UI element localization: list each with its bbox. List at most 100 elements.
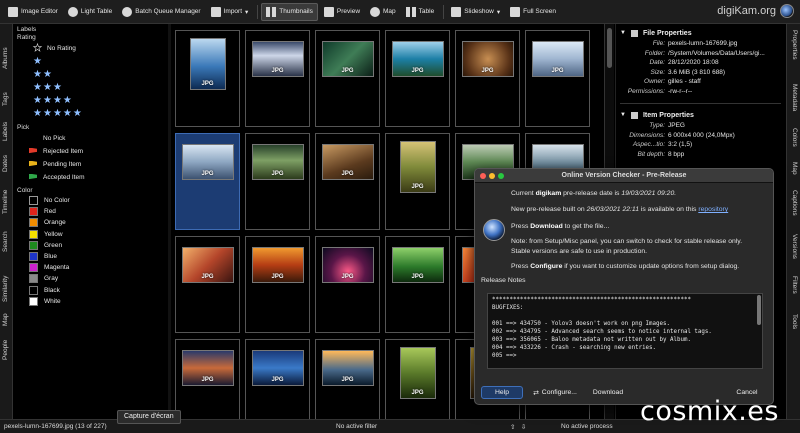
item-properties-header[interactable]: ▼ Item Properties xyxy=(616,108,785,122)
file-type-label: JPG xyxy=(271,274,284,280)
rating-1[interactable]: ★ xyxy=(17,55,163,68)
thumbnail-cell[interactable]: JPG xyxy=(245,236,310,333)
pick-header: Pick xyxy=(17,124,30,131)
thumbnail-cell[interactable]: JPG xyxy=(245,30,310,127)
thumbnail-cell[interactable]: JPG xyxy=(175,339,240,419)
thumbnails-view-button[interactable]: Thumbnails xyxy=(261,2,318,21)
color-label-blue[interactable]: Blue xyxy=(17,251,163,262)
thumbnail-image: JPG xyxy=(251,350,304,386)
property-row: File: pexels-lumn-167699.jpg xyxy=(616,40,785,50)
color-label-green[interactable]: Green xyxy=(17,240,163,251)
thumbnail-image: JPG xyxy=(531,41,584,77)
release-notes-scrollbar[interactable] xyxy=(757,295,761,325)
color-label-black[interactable]: Black xyxy=(17,285,163,296)
property-key: Size: xyxy=(650,68,665,76)
digikam-logo-icon xyxy=(780,4,794,18)
import-button[interactable]: Import ▾ xyxy=(207,3,253,21)
property-key: Dimensions: xyxy=(629,131,665,139)
new-release-text: New pre-release built on 26/03/2021 22:1… xyxy=(511,206,729,213)
yellow-flag-icon xyxy=(29,160,37,167)
property-value: 8 bpp xyxy=(668,150,685,158)
repository-link[interactable]: repository xyxy=(698,206,728,213)
pick-none[interactable]: No Pick xyxy=(17,132,163,145)
pick-accepted[interactable]: Accepted Item xyxy=(17,171,163,184)
table-view-button[interactable]: Table xyxy=(402,3,439,21)
light-table-button[interactable]: Light Table xyxy=(64,3,116,21)
thumbnail-cell[interactable]: JPG xyxy=(525,30,590,127)
thumbnail-cell[interactable]: JPG xyxy=(245,339,310,419)
pick-pending[interactable]: Pending Item xyxy=(17,158,163,171)
thumbnail-image: JPG xyxy=(189,38,226,90)
batch-queue-button[interactable]: Batch Queue Manager xyxy=(118,3,204,21)
color-label-gray[interactable]: Gray xyxy=(17,273,163,284)
scrollbar-handle[interactable] xyxy=(607,28,612,68)
star-icon: ★ xyxy=(33,94,42,106)
digikam-icon xyxy=(483,219,505,241)
color-swatch-icon xyxy=(29,240,38,250)
image-editor-icon xyxy=(8,6,18,17)
file-type-label: JPG xyxy=(271,171,284,177)
star-icon: ★ xyxy=(33,68,42,80)
thumbnail-cell[interactable]: JPG xyxy=(385,30,450,127)
rating-5[interactable]: ★ ★ ★ ★ ★ xyxy=(17,107,163,120)
thumbnail-cell[interactable]: JPG xyxy=(385,339,450,419)
thumbnail-cell[interactable]: JPG xyxy=(385,236,450,333)
thumbnail-cell[interactable]: JPG xyxy=(315,133,380,230)
thumbnail-image: JPG xyxy=(251,41,304,77)
thumbnail-image: JPG xyxy=(251,144,304,180)
section-divider xyxy=(620,103,781,104)
thumbnail-cell[interactable]: JPG xyxy=(175,236,240,333)
file-type-label: JPG xyxy=(201,81,214,87)
color-label-yellow[interactable]: Yellow xyxy=(17,229,163,240)
thumbnail-cell[interactable]: JPG xyxy=(315,236,380,333)
labels-title: Labels xyxy=(17,26,37,33)
file-type-label: JPG xyxy=(341,377,354,383)
chevron-down-icon: ▾ xyxy=(496,8,501,16)
color-label-orange[interactable]: Orange xyxy=(17,217,163,228)
preview-view-button[interactable]: Preview xyxy=(320,3,364,21)
property-value: 6 000x4 000 (24,0Mpx) xyxy=(668,131,735,139)
property-value: 3.6 MiB (3 810 688) xyxy=(668,68,726,76)
color-label-red[interactable]: Red xyxy=(17,206,163,217)
rating-4[interactable]: ★ ★ ★ ★ xyxy=(17,94,163,107)
file-type-label: JPG xyxy=(411,68,424,74)
star-icon: ★ xyxy=(42,81,52,93)
color-label-white[interactable]: White xyxy=(17,296,163,307)
file-properties-header[interactable]: ▼ File Properties xyxy=(616,26,785,40)
image-editor-button[interactable]: Image Editor xyxy=(4,3,62,21)
slideshow-button[interactable]: Slideshow ▾ xyxy=(447,3,504,21)
star-icon: ★ xyxy=(33,107,42,119)
thumbnail-image: JPG xyxy=(251,247,304,283)
thumbnail-cell[interactable]: JPG xyxy=(175,30,240,127)
thumbnail-cell[interactable]: JPG xyxy=(175,133,240,230)
download-button[interactable]: Download xyxy=(585,386,631,399)
status-file: pexels-lumn-167699.jpg (13 of 227) xyxy=(4,423,107,430)
thumbnail-cell[interactable]: JPG xyxy=(315,30,380,127)
star-icon: ★ xyxy=(52,107,62,119)
thumbnail-cell[interactable]: JPG xyxy=(245,133,310,230)
help-button[interactable]: Help xyxy=(481,386,523,399)
star-icon: ★ xyxy=(52,94,62,106)
color-swatch-icon xyxy=(29,285,38,295)
thumbnail-image: JPG xyxy=(461,41,514,77)
rating-2[interactable]: ★ ★ xyxy=(17,68,163,81)
color-label-magenta[interactable]: Magenta xyxy=(17,262,163,273)
color-label-no-color[interactable]: No Color xyxy=(17,195,163,206)
status-filter[interactable]: No active filter xyxy=(336,423,377,430)
red-flag-icon xyxy=(29,147,37,154)
map-view-button[interactable]: Map xyxy=(366,3,400,21)
rating-none[interactable]: ★ No Rating xyxy=(17,42,163,55)
configure-button[interactable]: ⇄ Configure... xyxy=(527,386,583,399)
full-screen-button[interactable]: Full Screen xyxy=(506,3,560,21)
star-icon: ★ xyxy=(52,81,62,93)
pick-rejected[interactable]: Rejected Item xyxy=(17,145,163,158)
thumbnail-cell[interactable]: JPG xyxy=(385,133,450,230)
file-type-label: JPG xyxy=(341,68,354,74)
release-notes-box[interactable]: ****************************************… xyxy=(487,293,763,369)
rating-3[interactable]: ★ ★ ★ xyxy=(17,81,163,94)
panel-splitter[interactable] xyxy=(168,24,171,419)
stable-note-text: Stable versions are safe to use in produ… xyxy=(511,248,648,255)
thumbnail-cell[interactable]: JPG xyxy=(315,339,380,419)
thumbnail-cell[interactable]: JPG xyxy=(455,30,520,127)
version-checker-dialog: Online Version Checker - Pre-Release Cur… xyxy=(474,168,774,405)
